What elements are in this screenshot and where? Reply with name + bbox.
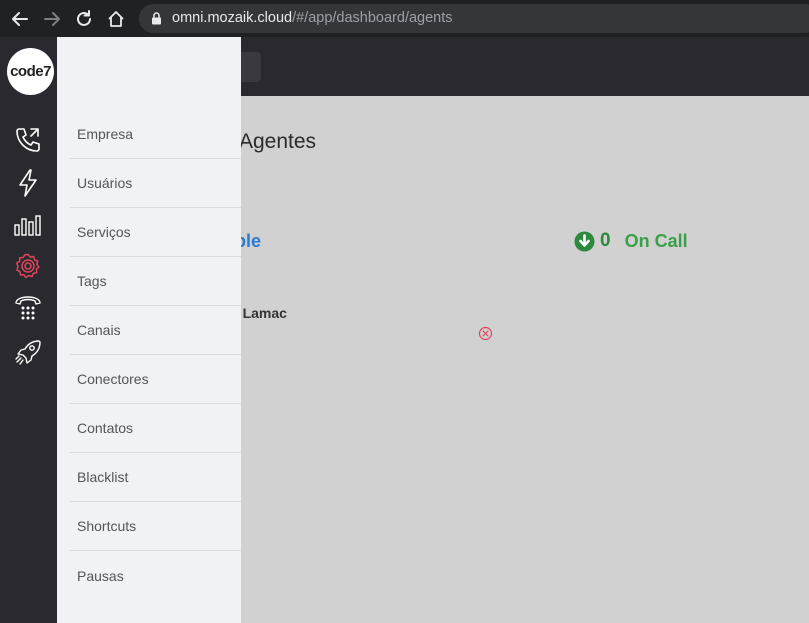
reload-icon	[77, 10, 91, 26]
menu-item-empresa[interactable]: Empresa	[70, 110, 241, 159]
home-icon	[108, 11, 124, 27]
url-path: /#/app/dashboard/agents	[292, 10, 453, 26]
url-host: omni.mozaik.cloud	[172, 10, 293, 26]
lock-icon	[152, 12, 161, 25]
menu-item-canais[interactable]: Canais	[70, 306, 241, 355]
arrow-down-circle-icon	[574, 231, 595, 251]
settings-menu-panel: Empresa Usuários Serviços Tags Canais Co…	[57, 37, 241, 623]
app-logo[interactable]: code7	[7, 48, 54, 95]
rocket-icon[interactable]	[12, 336, 44, 368]
remove-agent-icon[interactable]	[478, 326, 493, 341]
on-call-label: On Call	[624, 230, 688, 251]
browser-toolbar: omni.mozaik.cloud/#/app/dashboard/agents	[0, 0, 809, 37]
menu-item-usuarios[interactable]: Usuários	[70, 159, 241, 208]
reload-button[interactable]	[71, 6, 97, 32]
url-text: omni.mozaik.cloud/#/app/dashboard/agents	[172, 10, 453, 26]
page-title: Agentes	[239, 130, 317, 153]
home-button[interactable]	[103, 6, 129, 32]
menu-item-conectores[interactable]: Conectores	[70, 355, 241, 404]
menu-item-shortcuts[interactable]: Shortcuts	[70, 502, 241, 551]
back-button[interactable]	[7, 6, 33, 32]
menu-item-blacklist[interactable]: Blacklist	[70, 453, 241, 502]
menu-item-contatos[interactable]: Contatos	[70, 404, 241, 453]
settings-icon[interactable]	[12, 250, 44, 282]
status-on-call: 0 On Call	[574, 230, 688, 252]
forward-arrow-icon	[44, 12, 60, 26]
lightning-icon[interactable]	[12, 167, 44, 199]
icon-sidebar: code7	[0, 37, 57, 623]
menu-item-tags[interactable]: Tags	[70, 257, 241, 306]
settings-menu-list: Empresa Usuários Serviços Tags Canais Co…	[70, 110, 241, 600]
address-bar[interactable]: omni.mozaik.cloud/#/app/dashboard/agents	[139, 4, 809, 33]
bar-chart-icon[interactable]	[12, 209, 44, 241]
menu-item-pausas[interactable]: Pausas	[70, 551, 241, 600]
on-call-count: 0	[600, 230, 611, 251]
menu-item-servicos[interactable]: Serviços	[70, 208, 241, 257]
phone-icon[interactable]	[12, 124, 44, 156]
telephone-keypad-icon[interactable]	[12, 293, 44, 325]
back-arrow-icon	[12, 12, 28, 26]
forward-button[interactable]	[39, 6, 65, 32]
